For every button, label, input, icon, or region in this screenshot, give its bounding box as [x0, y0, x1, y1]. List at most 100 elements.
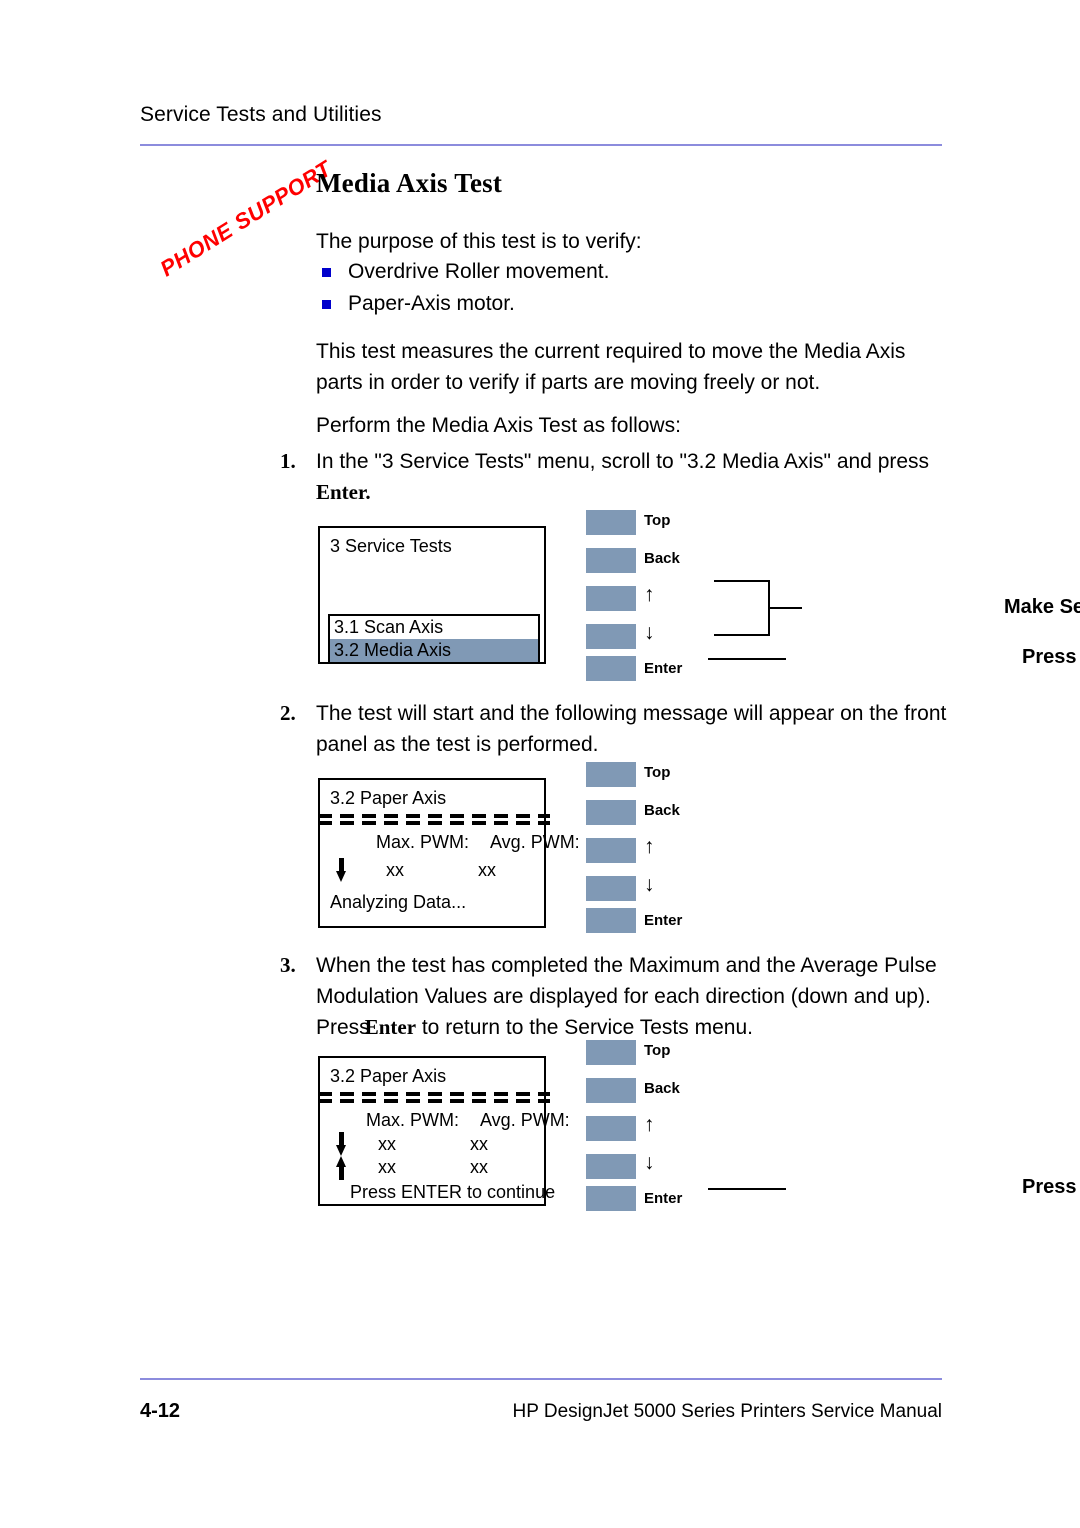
key-label: Top: [644, 512, 671, 529]
value-avg: xx: [470, 1157, 488, 1177]
arrow-up-icon: ↑: [644, 583, 655, 606]
key-cap[interactable]: [586, 876, 636, 901]
footer-divider-rule: [140, 1378, 942, 1380]
step-text: In the "3 Service Tests" menu, scroll to…: [316, 450, 930, 473]
key-cap[interactable]: [586, 1154, 636, 1179]
lcd-menu-item-selected[interactable]: 3.2 Media Axis: [330, 639, 538, 662]
key-label: Back: [644, 802, 680, 819]
lcd-column-headers: Max. PWM: Avg. PWM:: [376, 832, 580, 853]
lcd-column-headers: Max. PWM: Avg. PWM:: [366, 1110, 570, 1131]
bullet-label: Overdrive Roller movement.: [348, 260, 610, 283]
list-item: Overdrive Roller movement.: [322, 256, 609, 288]
press-enter-leader-line: [708, 658, 786, 660]
header-divider-rule: [140, 144, 942, 146]
key-cap[interactable]: [586, 908, 636, 933]
key-cap[interactable]: [586, 800, 636, 825]
annotation-press-enter: Press Enter: [1022, 646, 1080, 668]
step-number: 1.: [280, 449, 296, 473]
key-row-top[interactable]: Top: [586, 762, 876, 790]
key-label: Top: [644, 1042, 671, 1059]
key-cap[interactable]: [586, 624, 636, 649]
bullet-label: Paper-Axis motor.: [348, 292, 515, 315]
lcd-title: 3 Service Tests: [330, 536, 452, 556]
arrow-down-icon: ↓: [644, 873, 655, 896]
value-max: xx: [378, 1134, 396, 1154]
lcd-display: 3 Service Tests 3.1 Scan Axis 3.2 Media …: [318, 526, 546, 664]
perform-intro-text: Perform the Media Axis Test as follows:: [316, 414, 681, 437]
key-row-down[interactable]: ↓: [586, 1151, 876, 1182]
phone-support-watermark: PHONE SUPPORT: [155, 155, 336, 282]
lcd-display: 3.2 Paper Axis Max. PWM: Avg. PWM: xx xx A…: [318, 778, 580, 928]
key-row-back[interactable]: Back: [586, 548, 876, 576]
lcd-display: 3.2 Paper Axis Max. PWM: Avg. PWM: xx xx x…: [318, 1056, 570, 1206]
key-label: Enter: [644, 912, 683, 929]
key-cap[interactable]: [586, 838, 636, 863]
value-max: xx: [378, 1157, 396, 1177]
arrow-down-icon: ↓: [644, 1151, 655, 1174]
step-text-after: .: [365, 480, 371, 504]
arrow-down-icon: [336, 1132, 347, 1156]
make-selection-bracket: [714, 580, 802, 636]
lcd-status-text: Press ENTER to continue: [350, 1182, 556, 1202]
step-1: 1. In the "3 Service Tests" menu, scroll…: [280, 446, 976, 508]
step-number: 2.: [280, 701, 296, 725]
lcd-dashed-separator: [318, 1092, 550, 1103]
purpose-bullet-list: Overdrive Roller movement. Paper-Axis mo…: [322, 256, 609, 320]
lcd-dashed-separator: [318, 814, 550, 825]
key-label: Top: [644, 764, 671, 781]
key-row-up[interactable]: ↑: [586, 1113, 876, 1144]
key-row-top[interactable]: Top: [586, 510, 876, 538]
key-cap[interactable]: [586, 1078, 636, 1103]
key-cap[interactable]: [586, 548, 636, 573]
lcd-value-row: xx xx: [378, 1157, 488, 1178]
key-cap[interactable]: [586, 510, 636, 535]
key-row-back[interactable]: Back: [586, 800, 876, 828]
key-label: Back: [644, 1080, 680, 1097]
footer-manual-title: HP DesignJet 5000 Series Printers Servic…: [512, 1401, 942, 1422]
key-cap[interactable]: [586, 1040, 636, 1065]
lcd-value-row: xx xx: [386, 860, 496, 881]
column-header-max: Max. PWM:: [376, 832, 469, 852]
arrow-up-icon: ↑: [644, 1113, 655, 1136]
key-row-top[interactable]: Top: [586, 1040, 876, 1068]
description-text: This test measures the current required …: [316, 340, 906, 394]
column-header-avg: Avg. PWM:: [490, 832, 580, 852]
lcd-value-row: xx xx: [378, 1134, 488, 1155]
step-emphasis: Enter: [364, 1015, 417, 1039]
purpose-intro-text: The purpose of this test is to verify:: [316, 230, 642, 253]
lcd-menu-item[interactable]: 3.1 Scan Axis: [330, 616, 538, 639]
arrow-up-icon: ↑: [644, 835, 655, 858]
key-row-enter[interactable]: Enter: [586, 1180, 876, 1211]
step-text: The test will start and the following me…: [316, 702, 947, 756]
arrow-down-icon: ↓: [644, 621, 655, 644]
value-max: xx: [386, 860, 404, 880]
key-label: Enter: [644, 660, 683, 677]
key-cap[interactable]: [586, 586, 636, 611]
arrow-up-icon: [336, 1156, 347, 1180]
lcd-status-text: Analyzing Data...: [330, 892, 467, 912]
list-item: Paper-Axis motor.: [322, 288, 609, 320]
annotation-press-enter: Press Enter: [1022, 1176, 1080, 1198]
arrow-down-icon: [336, 858, 347, 882]
document-page: Service Tests and Utilities PHONE SUPPOR…: [0, 0, 1080, 1528]
key-row-enter[interactable]: Enter: [586, 902, 876, 933]
section-title: Media Axis Test: [316, 168, 503, 198]
key-cap[interactable]: [586, 1116, 636, 1141]
square-bullet-icon: [322, 300, 331, 309]
step-2: 2. The test will start and the following…: [280, 698, 976, 760]
key-row-down[interactable]: ↓: [586, 873, 876, 904]
step-emphasis: Enter: [316, 480, 366, 504]
key-row-enter[interactable]: Enter: [586, 650, 876, 681]
key-cap[interactable]: [586, 656, 636, 681]
key-cap[interactable]: [586, 1186, 636, 1211]
key-label: Enter: [644, 1190, 683, 1207]
key-row-back[interactable]: Back: [586, 1078, 876, 1106]
key-row-up[interactable]: ↑: [586, 835, 876, 866]
value-avg: xx: [478, 860, 496, 880]
column-header-avg: Avg. PWM:: [480, 1110, 570, 1130]
value-avg: xx: [470, 1134, 488, 1154]
lcd-title: 3.2 Paper Axis: [330, 788, 447, 808]
step-text-after: to return to the Service Tests menu.: [416, 1016, 753, 1039]
key-cap[interactable]: [586, 762, 636, 787]
page-header-title: Service Tests and Utilities: [140, 103, 382, 126]
